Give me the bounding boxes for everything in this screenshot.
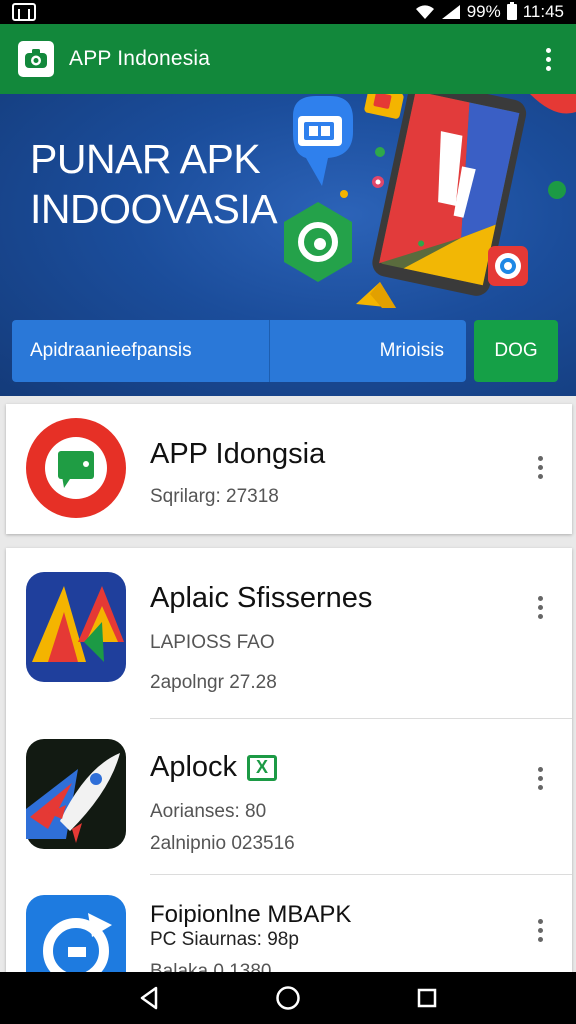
wifi-icon [415,4,435,20]
more-button[interactable]: Mrioisis [270,320,466,382]
rocket-icon [26,739,126,849]
chat-bubble-icon [26,418,126,518]
featured-app-card: APP Idongsia Sqrilarg: 27318 [6,404,572,534]
battery-icon [506,2,517,20]
app-meta: Balaka 0 1380 [150,961,272,972]
app-title-row: Aplock X [150,751,278,784]
signal-icon [441,4,461,20]
app-title: Aplock [150,751,238,783]
app-subtitle: Sqrilarg: 27318 [150,486,279,507]
download-button[interactable]: DOG [474,320,558,382]
app-title: Foipionlne MBAPK [150,901,352,928]
app-title: APP Indonesia [69,47,211,70]
apps-button[interactable]: Apidraanieefpansis [12,320,270,382]
app-list-card: Aplaic Sfissernes LAPIOSS FAO 2apolngr 2… [6,548,572,972]
back-icon[interactable] [129,978,169,1018]
colorful-a-icon [26,572,126,682]
banner-title-line-1: PUNAR APK [30,136,261,182]
banner-title: PUNAR APK INDOOVASIA [30,134,278,234]
item-overflow-icon[interactable] [534,452,546,482]
item-overflow-icon[interactable] [534,592,546,622]
list-item[interactable]: Aplaic Sfissernes LAPIOSS FAO 2apolngr 2… [6,548,572,718]
list-item[interactable]: Aplock X Aorianses: 80 2alnipnio 023516 [6,719,572,874]
app-subtitle: LAPIOSS FAO [150,632,275,653]
app-meta: 2apolngr 27.28 [150,672,277,693]
banner-title-line-2: INDOOVASIA [30,186,278,232]
home-icon[interactable] [268,978,308,1018]
item-overflow-icon[interactable] [534,915,546,945]
battery-percent: 99% [466,2,501,21]
recents-icon[interactable] [407,978,447,1018]
item-overflow-icon[interactable] [534,763,546,793]
status-bar: 99% 11:45 [0,0,576,24]
app-subtitle: Aorianses: 80 [150,801,267,822]
app-title: APP Idongsia [150,438,326,470]
app-meta: 2alnipnio 023516 [150,833,295,854]
list-item[interactable]: Foipionlne MBAPK PC Siaurnas: 98p Balaka… [6,875,572,972]
app-bar: APP Indonesia [0,24,576,94]
clock: 11:45 [522,2,564,21]
list-item[interactable]: APP Idongsia Sqrilarg: 27318 [6,404,572,534]
app-subtitle: PC Siaurnas: 98p [150,929,299,950]
app-title: Aplaic Sfissernes [150,582,373,614]
navigation-bar [0,972,576,1024]
blue-refresh-icon [26,895,126,972]
notification-icon [12,3,36,21]
overflow-menu-icon[interactable] [538,43,558,75]
app-logo-icon[interactable] [18,41,54,77]
banner-button-group: Apidraanieefpansis Mrioisis DOG [12,320,558,382]
verified-badge-icon: X [247,754,278,781]
promo-banner: PUNAR APK INDOOVASIA Apidraanieefpansis … [0,94,576,396]
